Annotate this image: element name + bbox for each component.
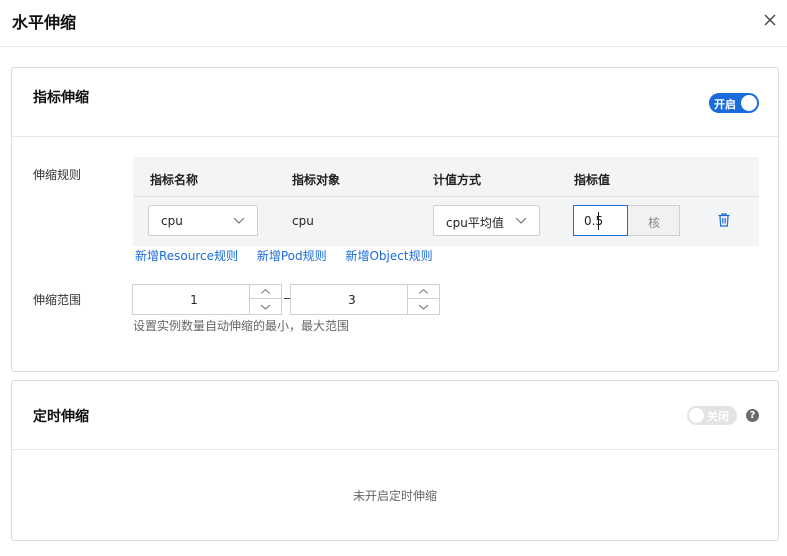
add-resource-rule-link[interactable]: 新增Resource规则 bbox=[135, 249, 238, 263]
col-calc-method: 计值方式 bbox=[433, 173, 482, 187]
dialog-title: 水平伸缩 bbox=[12, 13, 77, 32]
range-hint: 设置实例数量自动伸缩的最小，最大范围 bbox=[133, 319, 350, 333]
col-metric-name: 指标名称 bbox=[150, 173, 199, 187]
close-icon[interactable] bbox=[761, 11, 779, 29]
chevron-down-icon bbox=[233, 217, 245, 224]
scheduled-scaling-header: 定时伸缩 关闭 ? bbox=[12, 381, 778, 450]
dialog-header: 水平伸缩 bbox=[0, 0, 787, 47]
col-metric-value: 指标值 bbox=[574, 173, 611, 187]
metric-scaling-card: 指标伸缩 开启 伸缩规则 指标名称 指标对象 计值方式 指标值 cpu cpu … bbox=[11, 67, 779, 372]
rule-table: 指标名称 指标对象 计值方式 指标值 cpu cpu cpu平均值 0.5 核 bbox=[133, 157, 759, 246]
col-metric-object: 指标对象 bbox=[292, 173, 341, 187]
unit-addon: 核 bbox=[628, 205, 680, 236]
range-max-value: 3 bbox=[348, 293, 356, 307]
metric-value-input[interactable]: 0.5 bbox=[573, 205, 628, 236]
metric-object-value: cpu bbox=[292, 214, 314, 228]
toggle-off-label: 关闭 bbox=[707, 410, 729, 423]
chevron-down-icon bbox=[515, 217, 527, 224]
empty-state-text: 未开启定时伸缩 bbox=[352, 489, 437, 503]
help-icon[interactable]: ? bbox=[746, 409, 759, 422]
stepper-buttons bbox=[249, 285, 281, 314]
toggle-on-label: 开启 bbox=[714, 98, 736, 111]
add-pod-rule-link[interactable]: 新增Pod规则 bbox=[257, 249, 327, 263]
metric-value-text: 0.5 bbox=[584, 214, 604, 228]
calc-method-select[interactable]: cpu平均值 bbox=[433, 205, 540, 236]
metric-name-select[interactable]: cpu bbox=[148, 205, 258, 236]
scheduled-scaling-title: 定时伸缩 bbox=[33, 409, 89, 425]
stepper-buttons bbox=[407, 285, 439, 314]
add-object-rule-link[interactable]: 新增Object规则 bbox=[345, 249, 432, 263]
unit-label: 核 bbox=[648, 216, 661, 230]
toggle-knob bbox=[741, 95, 757, 111]
range-min-value: 1 bbox=[190, 293, 198, 307]
scheduled-scaling-card: 定时伸缩 关闭 ? 未开启定时伸缩 bbox=[11, 380, 779, 541]
metric-scaling-title: 指标伸缩 bbox=[33, 90, 89, 106]
range-min-stepper[interactable]: 1 bbox=[132, 284, 282, 315]
toggle-knob bbox=[689, 408, 704, 423]
metric-name-value: cpu bbox=[161, 214, 183, 228]
chevron-up-icon[interactable] bbox=[408, 285, 439, 299]
chevron-up-icon[interactable] bbox=[250, 285, 281, 299]
rule-label: 伸缩规则 bbox=[33, 168, 82, 182]
calc-method-value: cpu平均值 bbox=[446, 216, 504, 230]
table-divider bbox=[133, 196, 759, 197]
range-label: 伸缩范围 bbox=[33, 293, 82, 307]
text-caret bbox=[598, 212, 599, 230]
metric-scaling-header: 指标伸缩 开启 bbox=[12, 68, 778, 137]
metric-scaling-toggle[interactable]: 开启 bbox=[709, 93, 759, 113]
range-max-stepper[interactable]: 3 bbox=[290, 284, 440, 315]
add-rule-links: 新增Resource规则 新增Pod规则 新增Object规则 bbox=[135, 247, 448, 264]
chevron-down-icon[interactable] bbox=[250, 300, 281, 314]
scheduled-scaling-toggle[interactable]: 关闭 bbox=[687, 406, 737, 425]
trash-icon[interactable] bbox=[716, 212, 732, 228]
chevron-down-icon[interactable] bbox=[408, 300, 439, 314]
